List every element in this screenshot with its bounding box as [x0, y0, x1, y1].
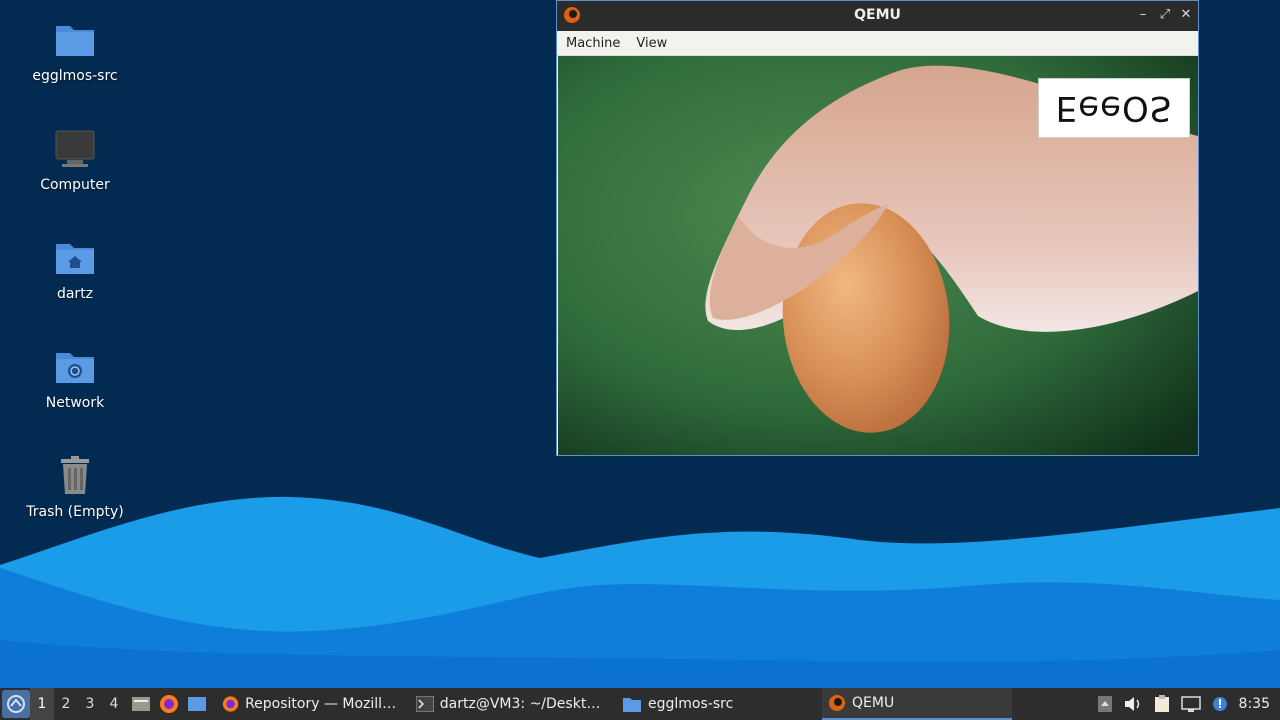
menu-machine[interactable]: Machine: [566, 36, 620, 51]
show-desktop-launcher[interactable]: [184, 691, 210, 717]
update-notification-icon[interactable]: [1211, 695, 1229, 713]
firefox-icon: [160, 695, 178, 713]
taskbar: 1 2 3 4 Repository — Mozilla ... dartz@V…: [0, 688, 1280, 720]
start-menu-button[interactable]: [2, 690, 30, 718]
window-title: QEMU: [854, 7, 901, 23]
trash-icon: [53, 454, 97, 498]
desktop-icon-dartz[interactable]: dartz: [20, 236, 130, 302]
folder-icon: [53, 18, 97, 62]
window-titlebar[interactable]: QEMU – ⤢ ✕: [557, 1, 1198, 31]
task-terminal[interactable]: dartz@VM3: ~/Deskto...: [410, 688, 612, 720]
desktop-icon-label: Computer: [40, 177, 110, 193]
file-manager-icon: [132, 697, 150, 711]
clipboard-icon[interactable]: [1153, 695, 1171, 713]
task-file-manager[interactable]: egglmos-src: [616, 688, 818, 720]
menu-view[interactable]: View: [636, 36, 667, 51]
lubuntu-logo-icon: [7, 695, 25, 713]
desktop-icon-network[interactable]: Network: [20, 345, 130, 411]
qemu-window[interactable]: QEMU – ⤢ ✕ Machine View EeeOS: [556, 0, 1199, 456]
file-manager-launcher[interactable]: [128, 691, 154, 717]
task-label: Repository — Mozilla ...: [245, 696, 400, 712]
home-folder-icon: [53, 236, 97, 280]
menubar: Machine View: [557, 31, 1198, 56]
task-label: egglmos-src: [648, 696, 734, 712]
network-folder-icon: [53, 345, 97, 389]
terminal-icon: [416, 696, 434, 712]
maximize-button[interactable]: ⤢: [1157, 7, 1173, 23]
desktop-icon-label: dartz: [56, 286, 94, 302]
minimize-button[interactable]: –: [1135, 7, 1151, 23]
vm-display[interactable]: EeeOS: [558, 56, 1198, 455]
folder-icon: [623, 698, 641, 712]
clock[interactable]: 8:35: [1239, 696, 1270, 712]
firefox-launcher[interactable]: [156, 691, 182, 717]
system-tray: 8:35: [1097, 688, 1280, 720]
qemu-icon: [829, 695, 845, 711]
task-qemu[interactable]: QEMU: [822, 688, 1012, 720]
volume-icon[interactable]: [1123, 695, 1143, 713]
desktop-icon-computer[interactable]: Computer: [20, 127, 130, 193]
computer-icon: [53, 127, 97, 171]
task-label: dartz@VM3: ~/Deskto...: [439, 696, 606, 712]
workspace-1[interactable]: 1: [30, 688, 54, 720]
desktop-icon: [188, 697, 206, 711]
desktop-icon-egglmos-src[interactable]: egglmos-src: [20, 18, 130, 84]
task-firefox[interactable]: Repository — Mozilla ...: [216, 688, 406, 720]
desktop-icon-label: egglmos-src: [32, 68, 118, 84]
workspace-4[interactable]: 4: [102, 696, 126, 712]
desktop-icon-label: Network: [45, 395, 105, 411]
desktop-icon-label: Trash (Empty): [26, 504, 124, 520]
eject-icon[interactable]: [1097, 695, 1113, 713]
task-label: QEMU: [852, 695, 895, 711]
workspace-2[interactable]: 2: [54, 696, 78, 712]
mirrored-logo-text: EeeOS: [1055, 88, 1173, 128]
close-button[interactable]: ✕: [1178, 7, 1194, 23]
desktop-icon-trash[interactable]: Trash (Empty): [20, 454, 130, 520]
mirrored-logo-box: EeeOS: [1038, 78, 1190, 138]
firefox-icon: [222, 696, 239, 712]
network-monitor-icon[interactable]: [1180, 695, 1201, 713]
workspace-3[interactable]: 3: [78, 696, 102, 712]
